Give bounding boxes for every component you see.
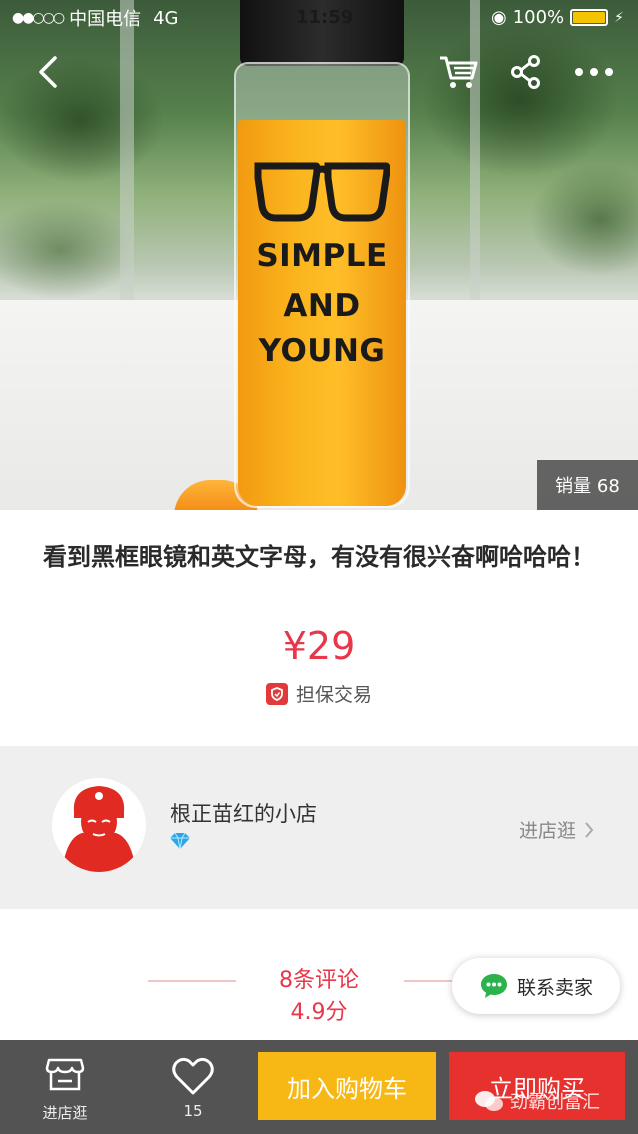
bottle: SIMPLE AND YOUNG: [232, 0, 412, 510]
share-button[interactable]: [506, 52, 546, 92]
signal-strength: ●●○○○: [12, 10, 65, 26]
status-right: ◉ 100% ⚡: [491, 7, 624, 28]
store-icon: [45, 1058, 85, 1091]
back-button[interactable]: [28, 52, 68, 92]
divider-right: [404, 980, 452, 982]
product-price: ¥29: [282, 624, 356, 668]
battery-percent: 100%: [512, 7, 565, 28]
watermark-text: 劲霸创富汇: [510, 1092, 600, 1113]
bottle-text-line1: SIMPLE: [256, 238, 388, 274]
product-title: 看到黑框眼镜和英文字母，有没有很兴奋啊哈哈哈！: [43, 543, 595, 571]
shop-avatar[interactable]: [52, 778, 146, 872]
diamond-icon: [170, 832, 190, 850]
visit-shop-link[interactable]: 进店逛: [519, 816, 594, 843]
status-bar: ●●○○○ 中国电信 4G 11:59 ◉ 100% ⚡: [0, 0, 638, 36]
background-tree: [470, 0, 480, 300]
more-button[interactable]: [574, 52, 614, 92]
chevron-right-icon: [585, 821, 594, 838]
sales-badge: 销量 68: [537, 460, 638, 510]
carrier-name: 中国电信: [69, 9, 142, 30]
bottom-action-bar: 进店逛 15 加入购物车 立即购买: [0, 1040, 638, 1134]
background-tree: [120, 0, 134, 300]
contact-seller-button[interactable]: 联系卖家: [452, 958, 620, 1014]
watermark: 劲霸创富汇: [474, 1088, 600, 1114]
charging-icon: ⚡: [614, 9, 624, 26]
wechat-icon: [475, 1091, 503, 1111]
store-tab[interactable]: 进店逛: [0, 1040, 130, 1134]
favorite-tab[interactable]: 15: [128, 1040, 258, 1134]
share-icon: [511, 55, 540, 89]
cart-button[interactable]: [438, 52, 478, 92]
cart-icon: [440, 56, 478, 88]
store-tab-label: 进店逛: [42, 1104, 88, 1122]
shop-card[interactable]: 根正苗红的小店 进店逛: [0, 746, 638, 909]
rotation-lock-icon: ◉: [490, 7, 507, 28]
bottle-text-line3: YOUNG: [258, 333, 386, 369]
favorite-count: 15: [183, 1102, 203, 1120]
battery-icon: [570, 9, 609, 26]
bottle-text-line2: AND: [283, 288, 361, 324]
shop-name: 根正苗红的小店: [170, 802, 317, 826]
shield-icon: [265, 682, 288, 705]
heart-icon: [172, 1057, 214, 1095]
guarantee-row[interactable]: 担保交易: [0, 680, 638, 707]
back-icon: [39, 56, 57, 88]
glasses-graphic: [254, 162, 390, 222]
network-type: 4G: [153, 7, 179, 29]
divider-left: [148, 980, 236, 982]
more-icon: [575, 68, 613, 76]
chat-icon: [480, 974, 507, 998]
clock: 11:59: [296, 7, 354, 28]
contact-seller-label: 联系卖家: [516, 976, 593, 999]
visit-shop-label: 进店逛: [518, 820, 576, 842]
add-to-cart-button[interactable]: 加入购物车: [258, 1052, 436, 1120]
guarantee-label: 担保交易: [295, 684, 372, 706]
